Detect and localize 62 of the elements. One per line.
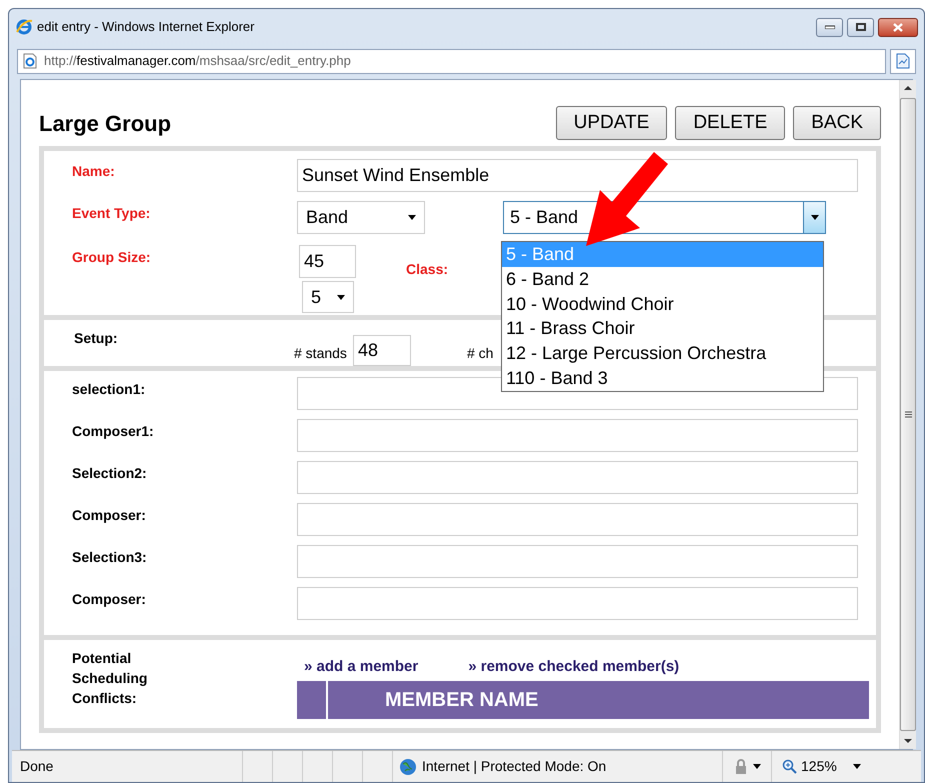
field-label: Composer: <box>72 506 147 525</box>
page-icon <box>22 53 38 69</box>
grip-icon <box>904 411 912 418</box>
caret-icon <box>408 215 416 220</box>
field-label: Selection3: <box>72 548 148 567</box>
minimize-button[interactable] <box>816 18 843 36</box>
stands-input[interactable]: 48 <box>352 335 411 366</box>
field-label: Setup: <box>74 329 119 348</box>
action-button[interactable]: UPDATE <box>556 106 668 140</box>
status-text: Done <box>19 757 54 776</box>
field-label: Potential Scheduling Conflicts: <box>72 649 148 708</box>
text-input[interactable] <box>297 503 858 536</box>
field-label: Name: <box>72 162 116 181</box>
caret-icon <box>337 294 345 300</box>
close-button[interactable] <box>878 18 918 36</box>
text-input[interactable] <box>297 419 858 452</box>
chairs-label: # ch <box>466 344 494 363</box>
close-icon <box>893 22 903 32</box>
dropdown-toggle[interactable] <box>803 202 825 233</box>
field-label: Group Size: <box>72 248 152 267</box>
window-title: edit entry - Windows Internet Explorer <box>37 18 254 36</box>
action-button[interactable]: DELETE <box>675 106 786 140</box>
field-label: Event Type: <box>72 204 152 223</box>
globe-icon <box>399 758 417 776</box>
field-label: selection1: <box>72 380 146 399</box>
field-label: Class: <box>406 260 448 279</box>
dropdown-option[interactable]: 6 - Band 2 <box>502 266 823 292</box>
caret-icon <box>852 764 861 769</box>
page-heading: Large Group <box>39 110 172 138</box>
zoom-level[interactable]: 125% <box>801 756 837 777</box>
action-button[interactable]: BACK <box>793 106 881 140</box>
text-input[interactable] <box>297 545 858 578</box>
name-input[interactable]: Sunset Wind Ensemble <box>297 159 858 192</box>
browser-logo-icon <box>15 18 33 36</box>
compatibility-button[interactable] <box>890 48 916 74</box>
caret-icon <box>753 764 761 769</box>
url-text: http://festivalmanager.com/mshsaa/src/edit_entry.php <box>44 52 351 70</box>
field-label: Composer: <box>72 590 147 609</box>
stands-label: # stands <box>294 344 347 363</box>
minimize-icon <box>824 25 834 29</box>
caret-icon <box>810 215 818 220</box>
class-select[interactable]: 5 <box>302 281 354 313</box>
column-header: MEMBER NAME <box>385 688 538 713</box>
field-label: Composer1: <box>72 422 155 441</box>
zoom-icon[interactable] <box>782 759 797 774</box>
group-size-input[interactable]: 45 <box>299 245 356 278</box>
field-label: Selection2: <box>72 464 148 483</box>
action-link[interactable]: » remove checked member(s) <box>468 656 680 681</box>
dropdown-option[interactable]: 12 - Large Percussion Orchestra <box>502 341 823 366</box>
address-field[interactable]: http://festivalmanager.com/mshsaa/src/edit_entry.php <box>17 48 886 74</box>
text-input[interactable] <box>297 461 858 494</box>
dropdown-option[interactable]: 10 - Woodwind Choir <box>502 292 823 316</box>
action-link[interactable]: » add a member <box>304 656 418 681</box>
dropdown-option[interactable]: 110 - Band 3 <box>502 366 823 391</box>
dropdown-option[interactable]: 11 - Brass Choir <box>502 316 823 342</box>
security-zone-text: Internet | Protected Mode: On <box>422 757 606 776</box>
division-select[interactable]: 5 - Band <box>503 201 826 234</box>
restore-icon <box>856 23 866 31</box>
maximize-button[interactable] <box>847 18 874 36</box>
event-type-select[interactable]: Band <box>297 201 425 234</box>
text-input[interactable] <box>297 587 858 620</box>
lock-icon[interactable] <box>733 758 749 774</box>
